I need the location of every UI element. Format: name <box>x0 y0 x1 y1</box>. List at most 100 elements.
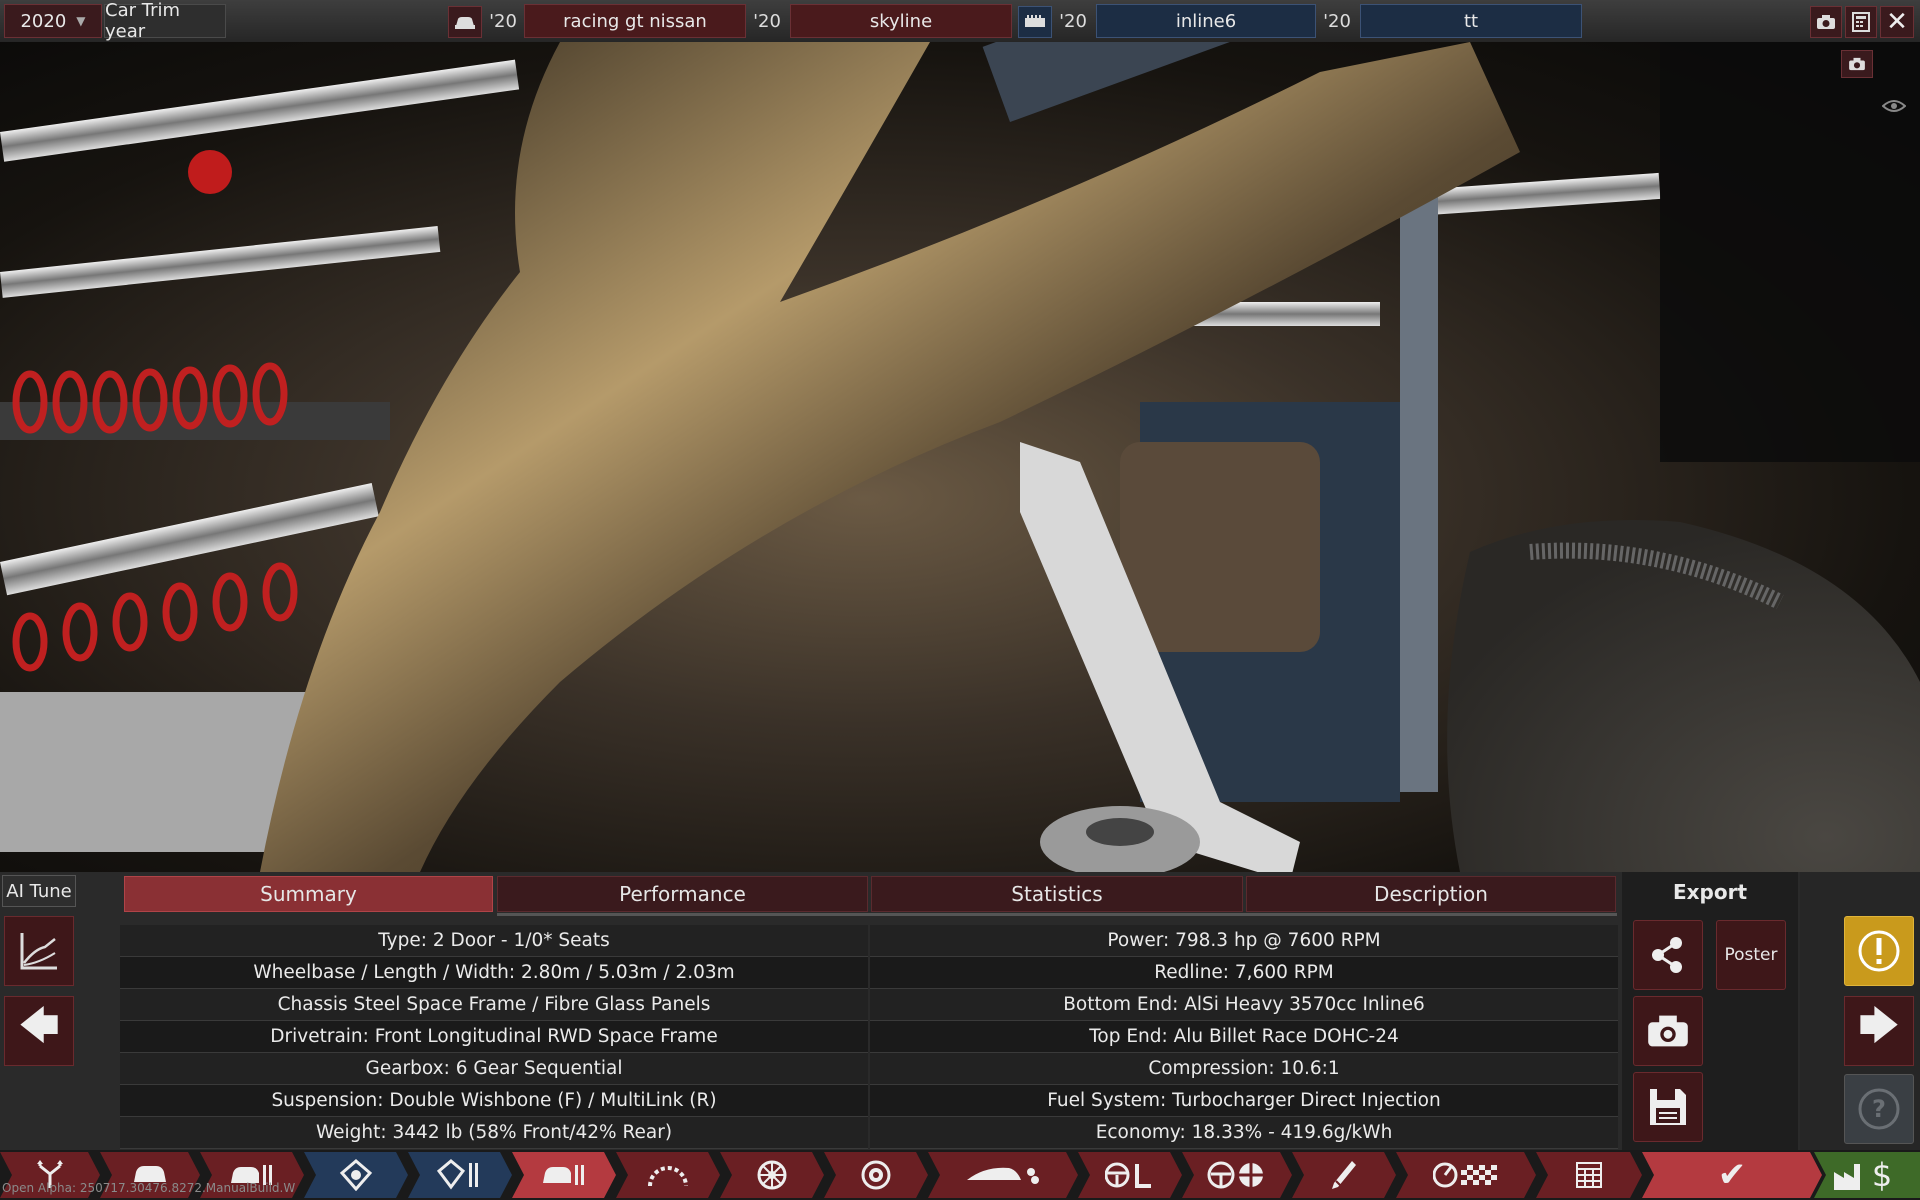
wheel-icon <box>756 1159 788 1191</box>
spreadsheet-icon <box>1576 1162 1602 1188</box>
engine-family-icon <box>336 1159 376 1191</box>
toolbar-engine-variant[interactable] <box>408 1152 512 1198</box>
toolbar-confirm[interactable]: ✔ <box>1642 1152 1822 1198</box>
camera-icon <box>1648 1015 1688 1047</box>
next-button[interactable]: 🡆 <box>1844 996 1914 1066</box>
ai-tune-label: AI Tune <box>6 880 72 902</box>
tab-description[interactable]: Description <box>1246 876 1616 912</box>
handling-icon <box>1207 1160 1267 1190</box>
summary-row: Compression: 10.6:1 <box>870 1053 1618 1085</box>
eye-icon <box>1882 100 1906 112</box>
camera-icon <box>1849 57 1865 71</box>
engine-variant-icon <box>437 1159 483 1191</box>
tab-description-label: Description <box>1374 882 1488 906</box>
save-icon <box>1650 1089 1686 1125</box>
engine-variant-field[interactable]: tt <box>1360 4 1582 38</box>
car-model-button[interactable] <box>448 6 482 38</box>
toolbar-car-design[interactable] <box>512 1152 616 1198</box>
model-name-text: racing gt nissan <box>563 10 707 32</box>
interior-icon <box>1105 1160 1155 1190</box>
toolbar-spreadsheet[interactable] <box>1536 1152 1642 1198</box>
calculator-icon <box>1852 12 1870 32</box>
fixtures-icon <box>1330 1159 1358 1191</box>
toolbar-gauge[interactable] <box>616 1152 720 1198</box>
summary-row: Wheelbase / Length / Width: 2.80m / 5.03… <box>120 957 868 989</box>
ai-tune-button[interactable]: AI Tune <box>2 875 76 907</box>
poster-button[interactable]: Poster <box>1716 920 1786 990</box>
calculator-button[interactable] <box>1845 6 1877 38</box>
warning-icon <box>1858 930 1900 972</box>
viewport-camera-button[interactable] <box>1841 50 1873 78</box>
factory-cost-icon: $ <box>1834 1158 1892 1192</box>
car-trim-year-text: Car Trim year <box>105 0 181 42</box>
tab-statistics[interactable]: Statistics <box>871 876 1243 912</box>
model-name-field[interactable]: racing gt nissan <box>524 4 746 38</box>
toolbar-fixtures[interactable] <box>1292 1152 1396 1198</box>
toolbar-brake[interactable] <box>824 1152 928 1198</box>
car-front-icon <box>455 17 475 29</box>
tab-statistics-label: Statistics <box>1011 882 1103 906</box>
summary-row: Economy: 18.33% - 419.6g/kWh <box>870 1117 1618 1149</box>
summary-row: Type: 2 Door - 1/0* Seats <box>120 925 868 957</box>
summary-row: Gearbox: 6 Gear Sequential <box>120 1053 868 1085</box>
help-button[interactable]: ? <box>1844 1074 1914 1144</box>
poster-label: Poster <box>1724 945 1778 965</box>
summary-row: Weight: 3442 lb (58% Front/42% Rear) <box>120 1117 868 1149</box>
summary-row: Drivetrain: Front Longitudinal RWD Space… <box>120 1021 868 1053</box>
svg-text:?: ? <box>1872 1095 1886 1123</box>
year-dropdown[interactable]: 2020 ▼ <box>4 4 102 38</box>
car-design-icon <box>541 1161 587 1189</box>
engine-family-text: inline6 <box>1175 10 1237 32</box>
tab-performance[interactable]: Performance <box>497 876 868 912</box>
summary-row: Chassis Steel Space Frame / Fibre Glass … <box>120 989 868 1021</box>
toolbar-performance[interactable] <box>1396 1152 1536 1198</box>
warning-button[interactable] <box>1844 916 1914 986</box>
toolbar-wheel[interactable] <box>720 1152 824 1198</box>
tab-summary[interactable]: Summary <box>124 876 493 912</box>
model-year: '20 <box>489 10 517 32</box>
close-button[interactable]: ✕ <box>1880 6 1914 38</box>
summary-row: Fuel System: Turbocharger Direct Injecti… <box>870 1085 1618 1117</box>
screenshot-button[interactable] <box>1810 6 1842 38</box>
arrow-left-icon: 🡄 <box>18 1003 60 1049</box>
engine-bay-render <box>0 42 1920 872</box>
arrow-right-icon: 🡆 <box>1858 1003 1900 1049</box>
chevron-down-icon: ▼ <box>76 14 86 28</box>
tab-underline <box>497 913 1617 916</box>
engine-variant-year: '20 <box>1323 10 1351 32</box>
toolbar-factory-cost[interactable]: $ <box>1814 1152 1920 1198</box>
close-icon: ✕ <box>1886 7 1908 37</box>
year-value: 2020 <box>20 10 67 32</box>
summary-row: Suspension: Double Wishbone (F) / MultiL… <box>120 1085 868 1117</box>
share-button[interactable] <box>1633 920 1703 990</box>
car-trim-year-label: Car Trim year <box>104 0 226 42</box>
tab-summary-label: Summary <box>260 882 357 906</box>
toolbar-aero[interactable] <box>928 1152 1078 1198</box>
engine-family-year: '20 <box>1059 10 1087 32</box>
engine-family-button[interactable] <box>1018 6 1052 38</box>
car-3d-viewport[interactable] <box>0 42 1920 872</box>
toolbar-handling[interactable] <box>1182 1152 1292 1198</box>
tab-performance-label: Performance <box>619 882 746 906</box>
svg-text:$: $ <box>1872 1158 1892 1192</box>
help-icon: ? <box>1858 1088 1900 1130</box>
engine-icon <box>1025 15 1045 27</box>
graph-icon <box>20 933 57 970</box>
visibility-toggle[interactable] <box>1876 92 1912 120</box>
toolbar-engine-family[interactable] <box>304 1152 408 1198</box>
summary-row: Top End: Alu Billet Race DOHC-24 <box>870 1021 1618 1053</box>
trim-year: '20 <box>753 10 781 32</box>
engine-family-field[interactable]: inline6 <box>1096 4 1316 38</box>
brake-icon <box>860 1159 892 1191</box>
share-icon <box>1652 937 1682 973</box>
gauge-icon <box>646 1162 690 1188</box>
trim-name-field[interactable]: skyline <box>790 4 1012 38</box>
graph-button[interactable] <box>4 916 74 986</box>
summary-row: Power: 798.3 hp @ 7600 RPM <box>870 925 1618 957</box>
photo-button[interactable] <box>1633 996 1703 1066</box>
toolbar-interior[interactable] <box>1078 1152 1182 1198</box>
camera-icon <box>1817 15 1835 29</box>
save-button[interactable] <box>1633 1072 1703 1142</box>
back-button[interactable]: 🡄 <box>4 996 74 1066</box>
summary-row: Bottom End: AlSi Heavy 3570cc Inline6 <box>870 989 1618 1021</box>
